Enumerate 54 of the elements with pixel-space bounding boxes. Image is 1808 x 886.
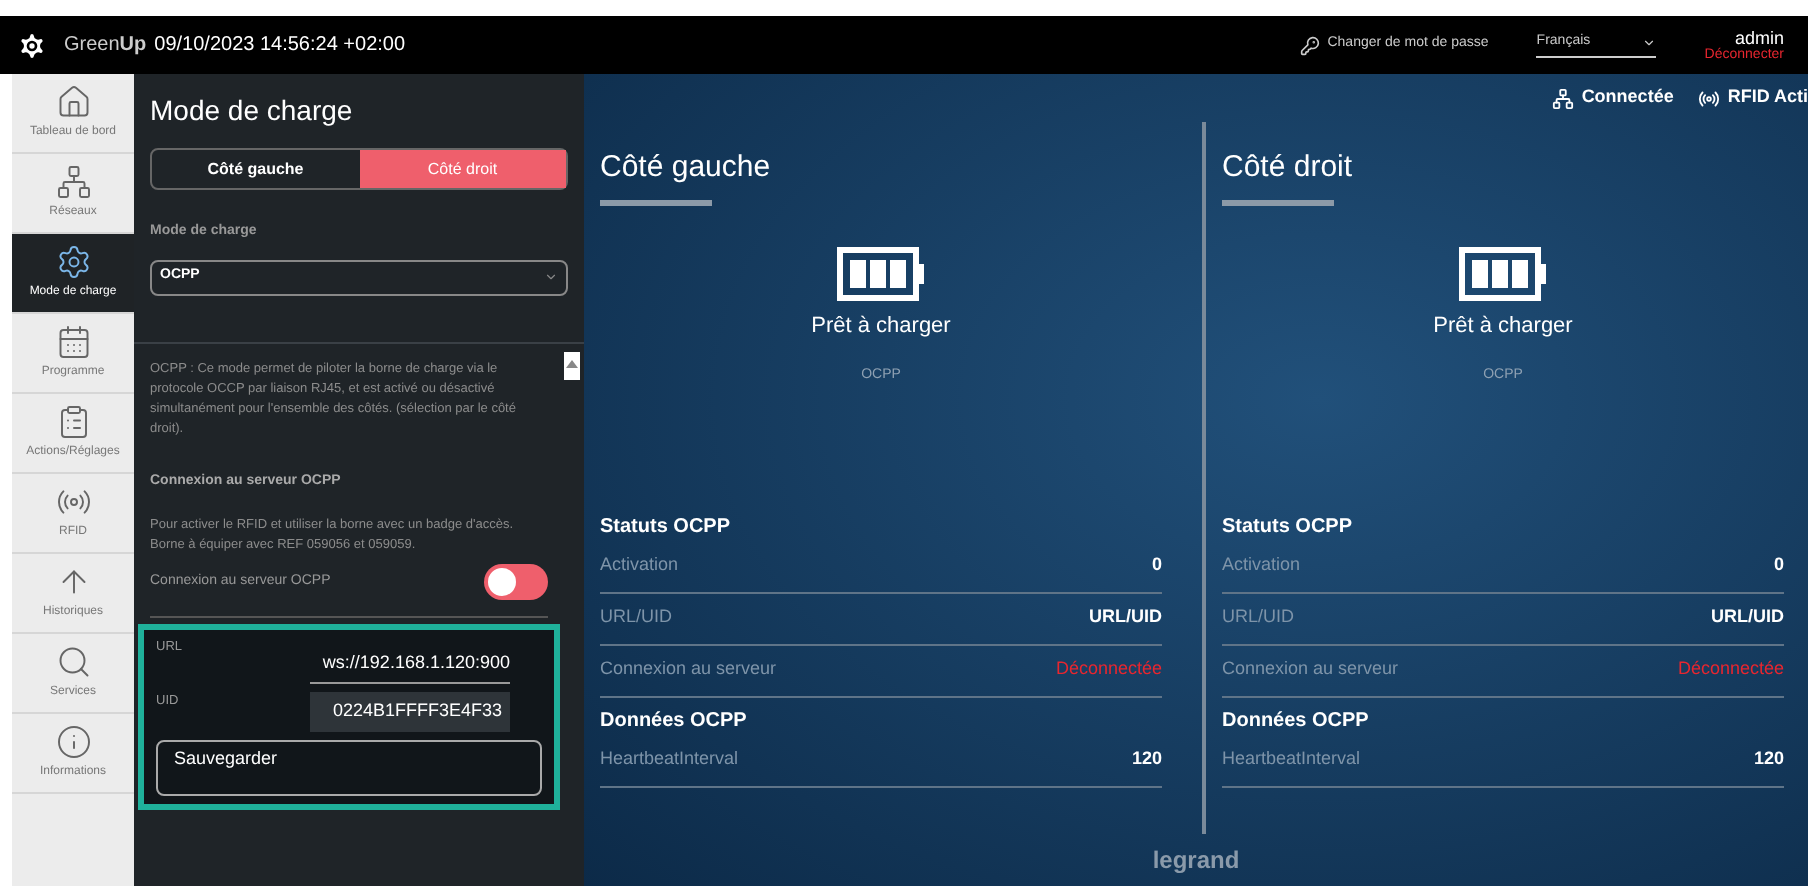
row-label: Connexion au serveur [1222, 656, 1399, 683]
row-label: Connexion au serveur [600, 656, 777, 683]
section-title: Données OCPP [600, 707, 749, 735]
connection-status: Connectée [1581, 84, 1674, 111]
side-title: Côté gauche [600, 148, 771, 188]
row-label: URL/UID [1222, 604, 1295, 631]
calendar-icon [55, 324, 91, 360]
row-value: URL/UID [1089, 604, 1162, 631]
battery-icon [835, 245, 927, 301]
alert-value: Déconnectée [1677, 656, 1784, 683]
row-label: HeartbeatInterval [600, 746, 739, 773]
section-title: Statuts OCPP [1222, 513, 1355, 541]
save-button[interactable]: Sauvegarder [156, 739, 542, 795]
row-value: 120 [1131, 746, 1162, 773]
user-name: admin [1734, 27, 1784, 47]
panel-title: Mode de charge [150, 92, 355, 130]
charge-status: Prêt à charger [811, 311, 951, 341]
caret-icon [1642, 36, 1657, 50]
row-value: URL/UID [1711, 604, 1784, 631]
battery-icon [1457, 245, 1549, 301]
info-icon [55, 724, 91, 760]
settings-icon [55, 244, 91, 280]
settings-icon[interactable] [16, 29, 48, 61]
row-label: HeartbeatInterval [1222, 746, 1361, 773]
brand-name: GreenUp [64, 32, 147, 60]
row-label: Activation [600, 552, 679, 579]
alert-value: Déconnectée [1055, 656, 1162, 683]
row-label: Activation [1222, 552, 1301, 579]
url-field[interactable]: ws://192.168.1.120:900 [310, 650, 510, 683]
row-value: 0 [1773, 552, 1784, 579]
side-title: Côté droit [1222, 148, 1353, 188]
date-time: 09/10/2023 14:56:24 +02:00 [154, 32, 406, 60]
network-icon [55, 164, 91, 200]
server-toggle[interactable] [484, 564, 548, 600]
brand-logo: legrand [1152, 844, 1240, 878]
section-title: Données OCPP [1222, 707, 1371, 735]
uid-field[interactable]: 0224B1FFFF3E4F33 [310, 691, 510, 731]
section-title: Statuts OCPP [600, 513, 733, 541]
scrollbar [564, 351, 580, 379]
key-icon [1299, 35, 1320, 55]
rfid-status: RFID Acti [1727, 84, 1808, 111]
row-value: 120 [1753, 746, 1784, 773]
antenna-icon [55, 484, 91, 520]
side-tab[interactable]: Côté droit [359, 150, 566, 188]
search-icon [55, 644, 91, 680]
caret-icon [544, 270, 558, 284]
antenna-icon [1697, 87, 1720, 109]
charge-status: Prêt à charger [1433, 311, 1573, 341]
side-tab[interactable]: Côté gauche [152, 150, 359, 188]
network-icon [1551, 87, 1574, 109]
clipboard-icon [55, 404, 91, 440]
house-icon [55, 84, 91, 120]
row-value: 0 [1151, 552, 1162, 579]
row-label: URL/UID [600, 604, 673, 631]
